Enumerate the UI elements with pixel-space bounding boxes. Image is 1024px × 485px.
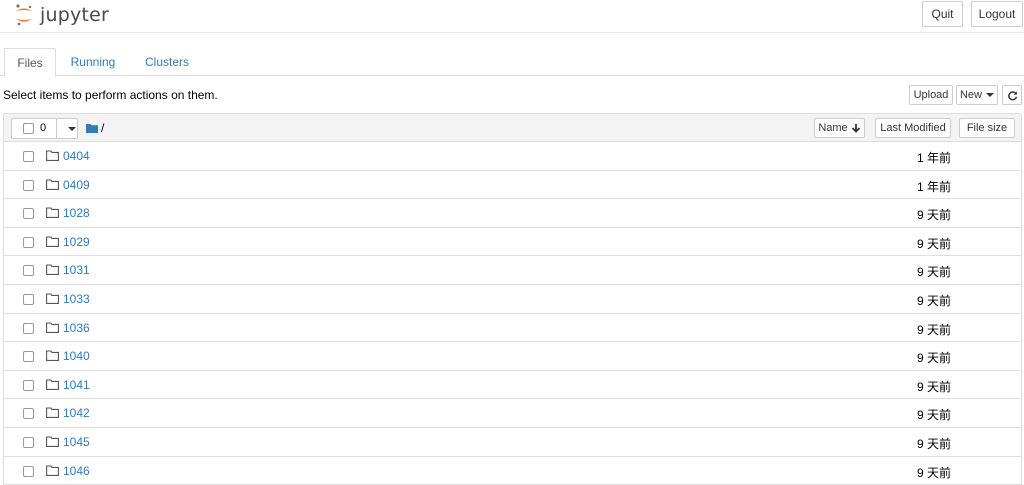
folder-icon bbox=[46, 179, 59, 190]
header-bar: jupyter Quit Logout bbox=[0, 0, 1024, 33]
quit-button[interactable]: Quit bbox=[922, 1, 963, 27]
row-checkbox[interactable] bbox=[23, 351, 34, 363]
tab-files[interactable]: Files bbox=[4, 48, 56, 77]
file-name-link[interactable]: 1031 bbox=[63, 263, 90, 277]
row-checkbox[interactable] bbox=[23, 265, 34, 277]
file-name-link[interactable]: 1041 bbox=[63, 378, 90, 392]
list-item[interactable]: 0409 1 年前 bbox=[3, 170, 1022, 200]
list-item[interactable]: 1036 9 天前 bbox=[3, 313, 1022, 343]
file-name-link[interactable]: 0409 bbox=[63, 178, 90, 192]
last-modified-text: 9 天前 bbox=[917, 322, 952, 337]
file-name-link[interactable]: 1042 bbox=[63, 406, 90, 420]
new-dropdown-button[interactable]: New bbox=[956, 85, 998, 105]
list-item[interactable]: 1042 9 天前 bbox=[3, 399, 1022, 428]
folder-icon bbox=[46, 293, 59, 304]
list-item[interactable]: 1031 9 天前 bbox=[3, 256, 1022, 285]
last-modified-text: 1 年前 bbox=[917, 179, 952, 194]
last-modified-text: 9 天前 bbox=[917, 379, 952, 394]
file-list-header: 0 / Name Last Modified File size bbox=[3, 113, 1022, 142]
tab-bar: Files Running Clusters bbox=[0, 48, 1024, 77]
list-item[interactable]: 1028 9 天前 bbox=[3, 199, 1022, 228]
folder-icon bbox=[46, 407, 59, 419]
selected-count: 0 bbox=[40, 122, 47, 134]
caret-down-icon bbox=[986, 93, 994, 97]
folder-icon bbox=[46, 436, 59, 447]
file-name-link[interactable]: 1036 bbox=[63, 321, 90, 335]
jupyter-logo[interactable]: jupyter bbox=[14, 0, 109, 30]
folder-icon bbox=[46, 150, 59, 161]
file-name-link[interactable]: 1045 bbox=[63, 435, 90, 449]
sort-by-last-modified-button[interactable]: Last Modified bbox=[875, 118, 951, 138]
select-all-dropdown[interactable]: 0 bbox=[11, 118, 78, 139]
logout-button[interactable]: Logout bbox=[971, 1, 1023, 27]
row-checkbox[interactable] bbox=[23, 208, 34, 220]
last-modified-text: 1 年前 bbox=[917, 151, 952, 165]
refresh-icon bbox=[1007, 90, 1017, 100]
new-label: New bbox=[959, 89, 982, 101]
file-name-link[interactable]: 1046 bbox=[63, 464, 90, 478]
folder-icon bbox=[46, 322, 59, 333]
name-sort-label: Name bbox=[818, 122, 848, 134]
breadcrumb-path[interactable]: / bbox=[101, 121, 104, 135]
list-item[interactable]: 1045 9 天前 bbox=[3, 427, 1022, 457]
row-checkbox[interactable] bbox=[23, 179, 34, 191]
jupyter-logo-icon bbox=[16, 4, 32, 26]
arrow-down-icon bbox=[851, 124, 860, 133]
tab-clusters[interactable]: Clusters bbox=[136, 48, 198, 76]
folder-icon bbox=[46, 464, 59, 476]
folder-icon bbox=[46, 236, 59, 247]
row-checkbox[interactable] bbox=[23, 151, 34, 162]
sort-by-file-size-button[interactable]: File size bbox=[959, 118, 1015, 138]
last-modified-text: 9 天前 bbox=[917, 265, 952, 280]
folder-icon bbox=[46, 264, 59, 276]
upload-button[interactable]: Upload bbox=[909, 85, 953, 105]
file-name-link[interactable]: 0404 bbox=[63, 149, 90, 163]
logo-text: jupyter bbox=[40, 4, 109, 26]
row-checkbox[interactable] bbox=[23, 293, 34, 305]
last-modified-text: 9 天前 bbox=[917, 208, 952, 223]
row-checkbox[interactable] bbox=[23, 379, 34, 391]
file-name-link[interactable]: 1029 bbox=[63, 235, 90, 249]
refresh-button[interactable] bbox=[1002, 85, 1022, 105]
list-item[interactable]: 1041 9 天前 bbox=[3, 370, 1022, 400]
list-item[interactable]: 1033 9 天前 bbox=[3, 284, 1022, 314]
folder-icon bbox=[46, 350, 59, 362]
row-checkbox[interactable] bbox=[23, 322, 34, 334]
file-list: 0404 1 年前 0409 1 年前 1028 9 天前 1029 9 天前 1031 9 天前… bbox=[3, 142, 1022, 485]
file-name-link[interactable]: 1040 bbox=[63, 349, 90, 363]
list-item[interactable]: 1040 9 天前 bbox=[3, 342, 1022, 371]
sort-by-name-button[interactable]: Name bbox=[814, 118, 865, 138]
select-all-checkbox[interactable] bbox=[23, 123, 34, 134]
dropdown-divider bbox=[56, 119, 57, 138]
last-modified-text: 9 天前 bbox=[917, 236, 952, 251]
folder-icon bbox=[46, 379, 59, 390]
list-item[interactable]: 0404 1 年前 bbox=[3, 142, 1022, 171]
row-checkbox[interactable] bbox=[23, 436, 34, 448]
tab-running[interactable]: Running bbox=[62, 48, 124, 76]
file-name-link[interactable]: 1033 bbox=[63, 292, 90, 306]
list-item[interactable]: 1029 9 天前 bbox=[3, 227, 1022, 257]
last-modified-text: 9 天前 bbox=[917, 465, 952, 480]
last-modified-text: 9 天前 bbox=[917, 436, 952, 451]
caret-down-icon[interactable] bbox=[68, 127, 76, 131]
row-checkbox[interactable] bbox=[23, 236, 34, 248]
selection-hint: Select items to perform actions on them. bbox=[3, 88, 218, 102]
row-checkbox[interactable] bbox=[23, 408, 34, 420]
last-modified-text: 9 天前 bbox=[917, 351, 952, 366]
row-checkbox[interactable] bbox=[23, 465, 34, 477]
last-modified-text: 9 天前 bbox=[917, 408, 952, 423]
file-name-link[interactable]: 1028 bbox=[63, 206, 90, 220]
last-modified-text: 9 天前 bbox=[917, 293, 952, 308]
folder-icon bbox=[46, 207, 59, 219]
folder-home-icon[interactable] bbox=[86, 123, 98, 133]
